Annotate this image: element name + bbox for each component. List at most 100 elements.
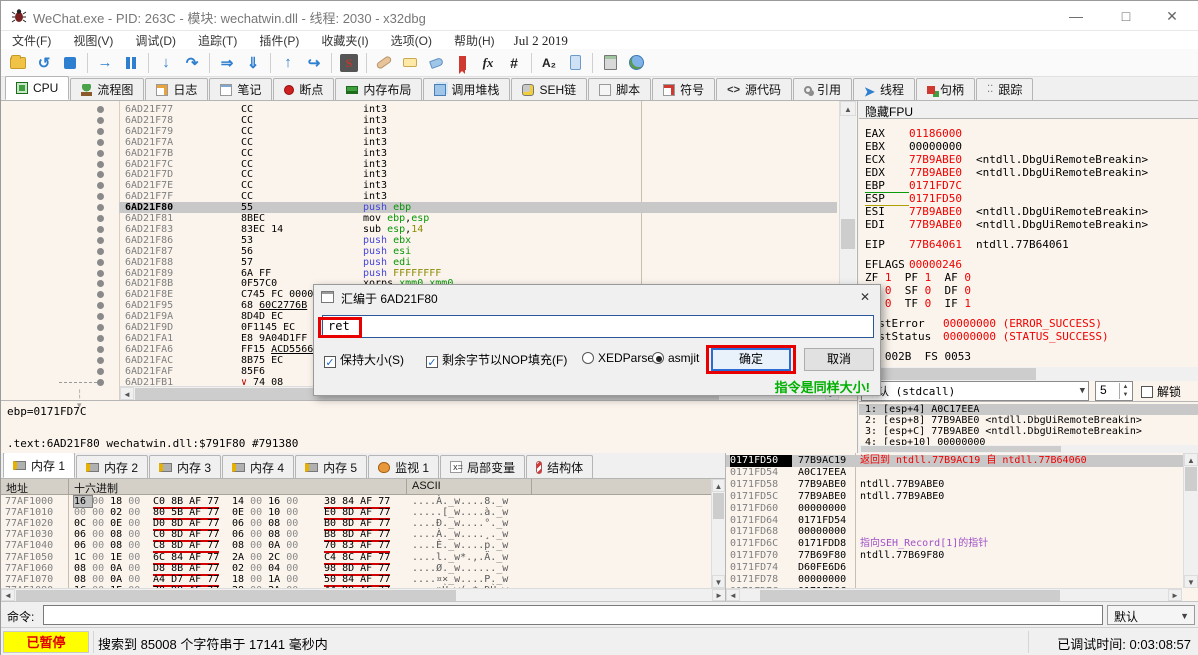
dump-row[interactable]: 77AF106008 00 0A 00D8 8B AF 7702 00 04 0… xyxy=(1,563,711,574)
run-to-user-code-icon[interactable]: ↪ xyxy=(302,51,326,75)
stack-row[interactable]: 0171FD5C77B9ABE0ntdll.77B9ABE0 xyxy=(726,491,1198,503)
stack-row[interactable]: 0171FD6000000000 xyxy=(726,503,1198,515)
dump-row[interactable]: 77AF10200C 00 0E 00D0 8D AF 7706 00 08 0… xyxy=(1,518,711,529)
register-row[interactable]: ESP0171FD50 xyxy=(865,192,962,206)
stack-row[interactable]: 0171FD640171FD54 xyxy=(726,515,1198,527)
breakpoint-dot[interactable] xyxy=(97,215,104,222)
register-row[interactable]: EDX77B9ABE0<ntdll.DbgUiRemoteBreakin> xyxy=(865,166,1148,179)
convention-dropdown[interactable]: 默认 (stdcall) ▼ xyxy=(861,381,1089,401)
arguments-hscrollbar[interactable] xyxy=(859,445,1198,453)
disasm-row[interactable]: 6AD21F7ACCint3 xyxy=(1,137,857,148)
assembly-input[interactable]: ret xyxy=(322,315,874,338)
stack-panel[interactable]: 0171FD5077B9AC19返回到 ntdll.77B9AC19 自 ntd… xyxy=(726,453,1198,601)
dump-tab-内存-2[interactable]: 内存 2 xyxy=(76,455,148,478)
dump-row[interactable]: 77AF103006 00 08 00C0 8D AF 7706 00 08 0… xyxy=(1,529,711,540)
breakpoint-dot[interactable] xyxy=(97,259,104,266)
dump-tab-内存-4[interactable]: 内存 4 xyxy=(222,455,294,478)
stack-vscrollbar[interactable]: ▲ ▼ xyxy=(1183,453,1198,588)
register-row[interactable]: GS 002B FS 0053 xyxy=(865,350,984,363)
run-icon[interactable]: → xyxy=(93,51,117,75)
register-row[interactable]: EIP77B64061ntdll.77B64061 xyxy=(865,238,1069,251)
menu-item-t[interactable]: 追踪(T) xyxy=(187,31,248,50)
maximize-button[interactable]: □ xyxy=(1103,1,1149,31)
disasm-row[interactable]: 6AD21F8055push ebp xyxy=(1,202,857,213)
calculator-icon[interactable] xyxy=(598,51,622,75)
dialog-close-icon[interactable]: ✕ xyxy=(850,285,880,310)
xedparse-radio[interactable]: XEDParse xyxy=(582,351,654,365)
breakpoint-dot[interactable] xyxy=(97,248,104,255)
depth-spinner[interactable]: 5 ▲▼ xyxy=(1095,381,1133,401)
disasm-row[interactable]: 6AD21F7CCCint3 xyxy=(1,159,857,170)
restart-icon[interactable]: ↺ xyxy=(32,51,56,75)
attach-device-icon[interactable] xyxy=(563,51,587,75)
keep-size-checkbox[interactable]: ✓保持大小(S) xyxy=(324,351,404,368)
disasm-row[interactable]: 6AD21F7ECCint3 xyxy=(1,180,857,191)
dump-hscrollbar[interactable]: ◄ ► xyxy=(1,588,726,601)
breakpoint-dot[interactable] xyxy=(97,368,104,375)
tab-流程图[interactable]: 流程图 xyxy=(70,78,144,100)
minimize-button[interactable]: — xyxy=(1053,1,1099,31)
step-over-icon[interactable]: ↷ xyxy=(180,51,204,75)
disasm-row[interactable]: 6AD21F8857push edi xyxy=(1,257,857,268)
dump-rows[interactable]: 77AF100016 00 18 00C0 8B AF 7714 00 16 0… xyxy=(1,495,711,588)
patch-icon[interactable] xyxy=(372,51,396,75)
breakpoint-dot[interactable] xyxy=(97,150,104,157)
register-row[interactable]: CF 0 TF 0 IF 1 xyxy=(865,297,984,310)
tab-断点[interactable]: 断点 xyxy=(273,78,334,100)
breakpoint-dot[interactable] xyxy=(97,313,104,320)
argument-row[interactable]: 2: [esp+8] 77B9ABE0 <ntdll.DbgUiRemoteBr… xyxy=(859,415,1198,426)
dump-vscrollbar[interactable]: ▲ ▼ xyxy=(711,479,725,588)
menu-item-v[interactable]: 视图(V) xyxy=(62,31,124,50)
tab-日志[interactable]: 日志 xyxy=(145,78,208,100)
function-fx-icon[interactable]: fx xyxy=(476,51,500,75)
fill-nop-checkbox[interactable]: ✓剩余字节以NOP填充(F) xyxy=(426,351,567,368)
dump-tab-内存-1[interactable]: 内存 1 xyxy=(3,453,75,478)
breakpoint-dot[interactable] xyxy=(97,204,104,211)
breakpoint-dot[interactable] xyxy=(97,117,104,124)
tab-调用堆栈[interactable]: 调用堆栈 xyxy=(423,78,510,100)
breakpoint-dot[interactable] xyxy=(97,139,104,146)
stack-row[interactable]: 0171FD7077B69F80ntdll.77B69F80 xyxy=(726,550,1198,562)
command-input[interactable] xyxy=(43,605,1103,625)
disasm-row[interactable]: 6AD21F818BECmov ebp,esp xyxy=(1,213,857,224)
stack-row[interactable]: 0171FD74D60FE6D6 xyxy=(726,562,1198,574)
step-out-icon[interactable]: ↑ xyxy=(276,51,300,75)
asmjit-radio[interactable]: asmjit xyxy=(652,351,699,365)
disasm-row[interactable]: 6AD21F7DCCint3 xyxy=(1,169,857,180)
register-row[interactable]: EAX01186000 xyxy=(865,127,962,140)
menu-item-h[interactable]: 帮助(H) xyxy=(443,31,506,50)
tab-笔记[interactable]: 笔记 xyxy=(209,78,272,100)
stack-row[interactable]: 0171FD6C0171FDD8指向SEH_Record[1]的指针 xyxy=(726,538,1198,550)
register-row[interactable]: LastError00000000 (ERROR_SUCCESS) xyxy=(865,317,1102,330)
menu-item-d[interactable]: 调试(D) xyxy=(124,31,187,50)
breakpoint-dot[interactable] xyxy=(97,280,104,287)
label-icon[interactable] xyxy=(424,51,448,75)
stop-icon[interactable] xyxy=(58,51,82,75)
unlock-checkbox[interactable]: 解锁 xyxy=(1141,383,1181,400)
tab-跟踪[interactable]: ⁚⁚跟踪 xyxy=(976,78,1033,100)
breakpoint-dot[interactable] xyxy=(97,357,104,364)
tab-句柄[interactable]: 句柄 xyxy=(916,78,975,100)
strings-badge-icon[interactable]: S xyxy=(337,51,361,75)
dump-tab-结构体[interactable]: 结构体 xyxy=(526,455,593,478)
dump-tab-监视-1[interactable]: 监视 1 xyxy=(368,455,439,478)
breakpoint-dot[interactable] xyxy=(97,182,104,189)
tab-脚本[interactable]: 脚本 xyxy=(588,78,651,100)
spinner-arrows-icon[interactable]: ▲▼ xyxy=(1119,383,1131,399)
disasm-row[interactable]: 6AD21F8653push ebx xyxy=(1,235,857,246)
arguments-panel[interactable]: 1: [esp+4] A0C17EEA2: [esp+8] 77B9ABE0 <… xyxy=(859,401,1198,453)
breakpoint-dot[interactable] xyxy=(97,237,104,244)
breakpoint-dot[interactable] xyxy=(97,324,104,331)
stack-row[interactable]: 0171FD5877B9ABE0ntdll.77B9ABE0 xyxy=(726,479,1198,491)
column-ascii[interactable]: ASCII xyxy=(412,480,441,492)
tab-源代码[interactable]: <>源代码 xyxy=(716,78,792,100)
breakpoint-dot[interactable] xyxy=(97,106,104,113)
argument-row[interactable]: 3: [esp+C] 77B9ABE0 <ntdll.DbgUiRemoteBr… xyxy=(859,426,1198,437)
disasm-row[interactable]: 6AD21F896A FFpush FFFFFFFF xyxy=(1,268,857,279)
register-row[interactable]: ZF 1 PF 1 AF 0 xyxy=(865,271,984,284)
execute-till-return-icon[interactable]: ⇒ xyxy=(215,51,239,75)
register-row[interactable]: EDI77B9ABE0<ntdll.DbgUiRemoteBreakin> xyxy=(865,218,1148,231)
tab-seh链[interactable]: SEH链 xyxy=(511,78,587,100)
tab-cpu[interactable]: CPU xyxy=(5,76,69,100)
stack-row[interactable]: 0171FD7800000000 xyxy=(726,574,1198,586)
